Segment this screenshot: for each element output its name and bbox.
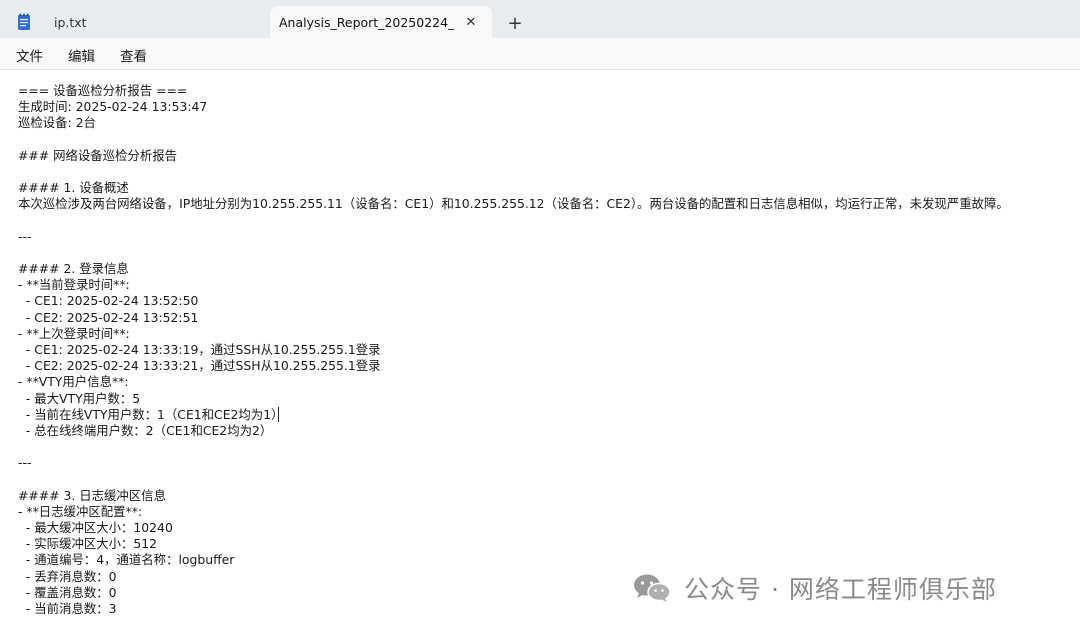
document-line: #### 1. 设备概述 [18, 180, 129, 196]
document-line: - **VTY用户信息**: [18, 374, 129, 390]
document-line: - **上次登录时间**: [18, 325, 130, 341]
watermark: 公众号 · 网络工程师俱乐部 [632, 573, 997, 604]
document-line: 生成时间: 2025-02-24 13:53:47 [18, 99, 208, 115]
document-line: #### 2. 登录信息 [18, 261, 129, 277]
document-line: #### 3. 日志缓冲区信息 [18, 487, 166, 503]
document-line: --- [18, 455, 32, 471]
new-tab-button[interactable]: + [503, 11, 527, 35]
document-line: --- [18, 228, 32, 244]
document-line: - 最大缓冲区大小：10240 [18, 520, 173, 536]
document-line: - CE2: 2025-02-24 13:33:21，通过SSH从10.255.… [18, 358, 381, 374]
document-line: 巡检设备: 2台 [18, 115, 96, 131]
document-line: - 通道编号：4，通道名称：logbuffer [18, 552, 235, 568]
text-cursor [278, 407, 279, 422]
tab-strip: ip.txt Analysis_Report_20250224_135250 ✕… [0, 0, 1080, 38]
notepad-icon [18, 13, 30, 30]
document-line: - 实际缓冲区大小：512 [18, 536, 158, 552]
document-line: 本次巡检涉及两台网络设备，IP地址分别为10.255.255.11（设备名：CE… [18, 196, 1009, 212]
menu-file[interactable]: 文件 [14, 44, 45, 66]
tab-label: Analysis_Report_20250224_135250 [279, 15, 454, 30]
document-line: - 总在线终端用户数：2（CE1和CE2均为2） [18, 422, 273, 438]
close-tab-icon[interactable]: ✕ [460, 11, 482, 33]
document-text[interactable]: === 设备巡检分析报告 === 生成时间: 2025-02-24 13:53:4… [18, 83, 1068, 617]
text-editor[interactable]: === 设备巡检分析报告 === 生成时间: 2025-02-24 13:53:4… [0, 70, 1080, 633]
document-line: - 当前在线VTY用户数：1（CE1和CE2均为1） [18, 406, 284, 422]
document-line: - CE1: 2025-02-24 13:52:50 [18, 293, 199, 309]
menu-edit[interactable]: 编辑 [66, 44, 97, 66]
tab-analysis-report[interactable]: Analysis_Report_20250224_135250 ✕ [270, 6, 492, 38]
menu-view[interactable]: 查看 [118, 44, 149, 66]
tab-ip-txt[interactable]: ip.txt [0, 6, 268, 38]
document-line: - **日志缓冲区配置**: [18, 503, 143, 519]
document-line: - **当前登录时间**: [18, 277, 130, 293]
document-line: - CE2: 2025-02-24 13:52:51 [18, 309, 199, 325]
menu-bar: 文件 编辑 查看 [0, 38, 1080, 70]
document-line: === 设备巡检分析报告 === [18, 83, 188, 98]
document-line: ### 网络设备巡检分析报告 [18, 147, 177, 163]
wechat-icon [634, 574, 671, 602]
document-line: - CE1: 2025-02-24 13:33:19，通过SSH从10.255.… [18, 342, 381, 357]
document-line: - 最大VTY用户数：5 [18, 390, 141, 406]
tab-label: ip.txt [54, 15, 87, 30]
watermark-text: 公众号 · 网络工程师俱乐部 [684, 575, 997, 604]
